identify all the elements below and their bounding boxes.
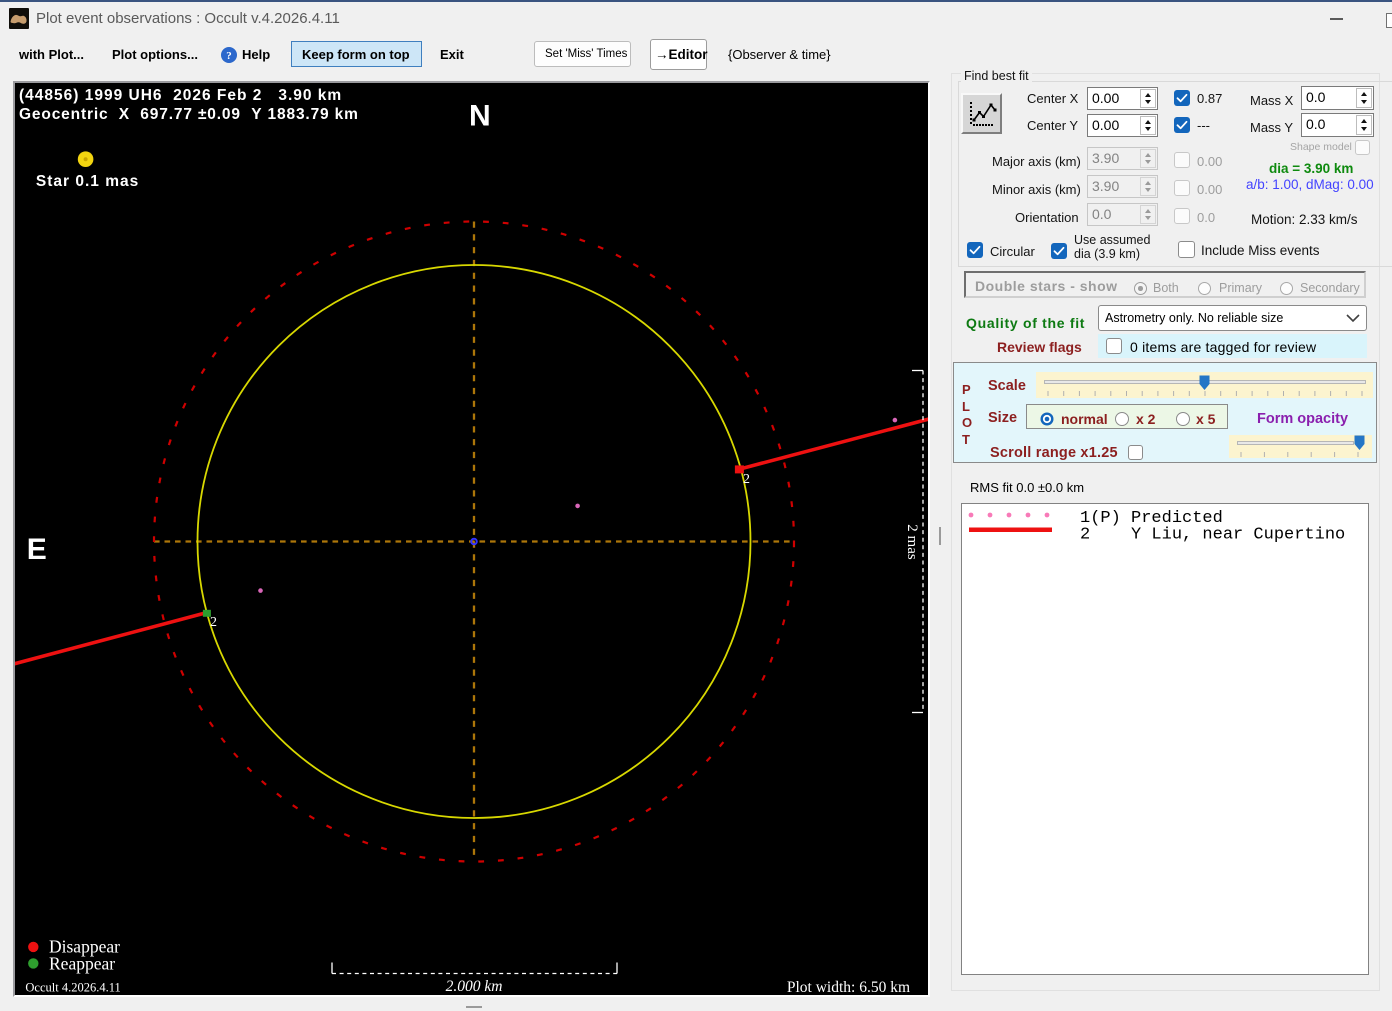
svg-text:N: N	[469, 100, 491, 133]
svg-text:Occult 4.2026.4.11: Occult 4.2026.4.11	[25, 981, 120, 995]
svg-text:Geocentric X 697.77 ±0.09 Y: Geocentric X 697.77 ±0.09 Y 1883.79 km	[19, 106, 359, 123]
svg-text:Reappear: Reappear	[49, 954, 115, 974]
svg-text:2.000 km: 2.000 km	[446, 978, 503, 995]
svg-text:2: 2	[743, 472, 750, 487]
svg-text:E: E	[27, 533, 47, 566]
svg-text:Star 0.1 mas: Star 0.1 mas	[36, 173, 139, 190]
svg-text:(44856) 1999 UH6 2026 Feb 2: (44856) 1999 UH6 2026 Feb 2 3.90 km	[19, 87, 342, 104]
svg-text:Plot width: 6.50 km: Plot width: 6.50 km	[787, 979, 910, 995]
svg-text:?: ?	[226, 50, 232, 62]
svg-text:2 Y Liu, near Cupertino: 2 Y Liu, near Cupertino	[1080, 526, 1345, 545]
svg-text:2: 2	[210, 615, 217, 630]
svg-text:2 mas: 2 mas	[904, 524, 920, 560]
